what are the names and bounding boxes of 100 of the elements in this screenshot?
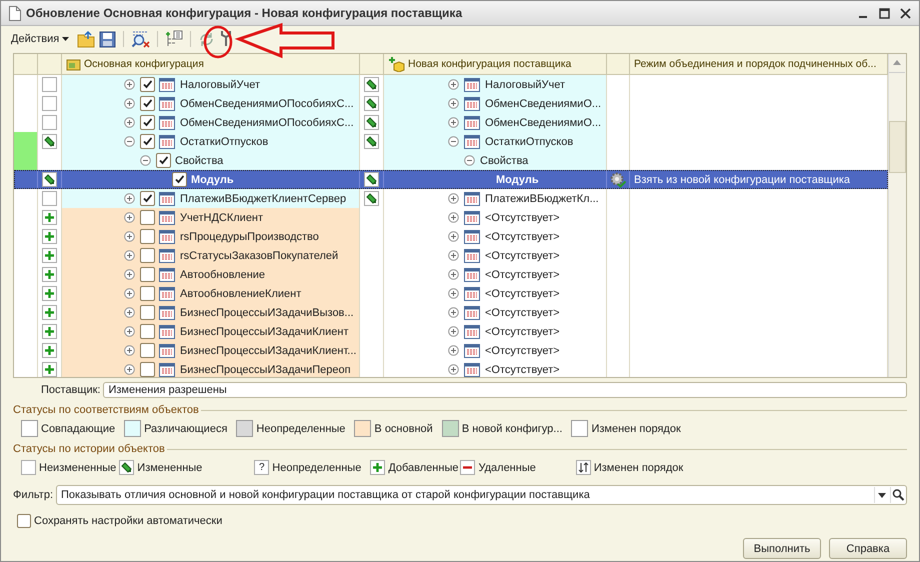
checkbox[interactable] [140, 343, 155, 358]
tree-row[interactable]: ПлатежиВБюджетКлиентСервер ПлатежиВБюджетКл... [14, 189, 888, 208]
checkbox[interactable] [172, 172, 187, 187]
checkbox[interactable] [140, 191, 155, 206]
collapse-icon[interactable] [464, 155, 475, 166]
expand-icon[interactable] [124, 326, 135, 337]
expand-icon[interactable] [448, 79, 459, 90]
tree-row[interactable]: Свойства Свойства [14, 151, 888, 170]
tree-row[interactable]: Автообновление <Отсутствует> [14, 265, 888, 284]
scrollbar[interactable] [888, 54, 906, 377]
expand-icon[interactable] [448, 269, 459, 280]
collapse-icon[interactable] [124, 136, 135, 147]
expand-icon[interactable] [124, 288, 135, 299]
checkbox[interactable] [140, 267, 155, 282]
tree-row[interactable]: АвтообновлениеКлиент <Отсутствует> [14, 284, 888, 303]
checkbox[interactable] [140, 96, 155, 111]
checkbox[interactable] [140, 248, 155, 263]
module-icon [464, 192, 480, 206]
tree-row[interactable]: БизнесПроцессыИЗадачиВызов... <Отсутствует> [14, 303, 888, 322]
expand-icon[interactable] [124, 307, 135, 318]
checkbox[interactable] [140, 324, 155, 339]
tree-row[interactable]: rsПроцедурыПроизводство <Отсутствует> [14, 227, 888, 246]
filter-label: Фильтр: [13, 489, 54, 501]
tree-row[interactable]: rsСтатусыЗаказовПокупателей <Отсутствует> [14, 246, 888, 265]
group-title: Статусы по истории объектов [13, 443, 165, 455]
column-header[interactable]: Основная конфигурация [62, 54, 360, 74]
tree-row[interactable]: Модуль Модуль Взять из новой конфигурации поставщика [14, 170, 888, 189]
checkbox[interactable] [140, 229, 155, 244]
folder-icon[interactable] [77, 30, 96, 48]
object-name: <Отсутствует> [485, 326, 560, 338]
expand-icon[interactable] [124, 269, 135, 280]
collapse-icon[interactable] [448, 136, 459, 147]
object-name: <Отсутствует> [485, 344, 560, 356]
expand-icon[interactable] [124, 117, 135, 128]
expand-icon[interactable] [448, 117, 459, 128]
actions-menu-button[interactable]: Действия [11, 33, 74, 45]
expand-icon[interactable] [124, 231, 135, 242]
maximize-icon[interactable] [879, 8, 890, 18]
close-icon[interactable] [900, 8, 911, 18]
expand-icon[interactable] [124, 193, 135, 204]
checkbox[interactable] [140, 305, 155, 320]
tree-row[interactable]: УчетНДСКлиент <Отсутствует> [14, 208, 888, 227]
module-icon [464, 324, 480, 338]
refresh-icon[interactable] [198, 30, 216, 48]
expand-icon[interactable] [448, 326, 459, 337]
checkbox[interactable] [140, 286, 155, 301]
expand-icon[interactable] [124, 98, 135, 109]
checkbox[interactable] [140, 134, 155, 149]
module-icon [464, 344, 480, 358]
module-icon [464, 116, 480, 130]
object-name: НалоговыйУчет [180, 78, 260, 90]
expand-icon[interactable] [448, 193, 459, 204]
expand-icon[interactable] [448, 250, 459, 261]
column-header[interactable]: Новая конфигурация поставщика [384, 54, 607, 74]
expand-icon[interactable] [124, 364, 135, 375]
tree-row[interactable]: ОбменСведениямиОПособияхС... ОбменСведениямиО... [14, 113, 888, 132]
expand-icon[interactable] [448, 212, 459, 223]
tree-row[interactable]: НалоговыйУчет НалоговыйУчет [14, 75, 888, 94]
module-icon [464, 210, 480, 224]
dialog-button[interactable]: Выполнить [743, 538, 821, 559]
checkbox[interactable] [140, 210, 155, 225]
search-icon[interactable] [890, 487, 906, 503]
scroll-thumb[interactable] [889, 121, 906, 173]
object-name: <Отсутствует> [485, 250, 560, 262]
tree-row[interactable]: БизнесПроцессыИЗадачиКлиент... <Отсутствует> [14, 341, 888, 360]
object-name: ОстаткиОтпусков [180, 136, 268, 148]
expand-icon[interactable] [448, 364, 459, 375]
save-icon[interactable] [99, 30, 116, 48]
checkbox[interactable] [156, 153, 171, 168]
object-name: ОстаткиОтпусков [485, 136, 574, 148]
expand-icon[interactable] [124, 250, 135, 261]
tree-row[interactable]: БизнесПроцессыИЗадачиПереоп <Отсутствует> [14, 360, 888, 377]
filter-field[interactable]: Показывать отличия основной и новой конфигурации поставщика от старой конфигурации поставщика [56, 485, 907, 505]
tree-row[interactable]: ОстаткиОтпусков ОстаткиОтпусков [14, 132, 888, 151]
checkbox[interactable] [140, 362, 155, 377]
checkbox[interactable] [140, 77, 155, 92]
checkbox[interactable] [140, 115, 155, 130]
tree-row[interactable]: ОбменСведениямиОПособияхС... ОбменСведениямиО... [14, 94, 888, 113]
expand-icon[interactable] [448, 307, 459, 318]
tree-row[interactable]: БизнесПроцессыИЗадачиКлиент <Отсутствует> [14, 322, 888, 341]
expand-icon[interactable] [124, 345, 135, 356]
module-icon [464, 248, 480, 262]
tree-list-icon[interactable] [165, 30, 184, 48]
object-name: НалоговыйУчет [485, 78, 566, 90]
gear-icon [610, 172, 626, 188]
collapse-icon[interactable] [140, 155, 151, 166]
legend-label: Совпадающие [41, 422, 116, 434]
expand-icon[interactable] [124, 212, 135, 223]
expand-icon[interactable] [448, 98, 459, 109]
supplier-label: Поставщик: [41, 384, 100, 396]
checkbox[interactable] [17, 514, 31, 528]
expand-icon[interactable] [124, 79, 135, 90]
expand-icon[interactable] [448, 345, 459, 356]
dialog-button[interactable]: Справка [829, 538, 907, 559]
expand-icon[interactable] [448, 288, 459, 299]
expand-icon[interactable] [448, 231, 459, 242]
caret-icon [62, 37, 70, 41]
wrench-icon[interactable] [219, 30, 234, 48]
window-title: Обновление Основная конфигурация - Новая конфигурация поставщика [26, 6, 464, 20]
legend-label: Неопределенные [256, 422, 346, 434]
